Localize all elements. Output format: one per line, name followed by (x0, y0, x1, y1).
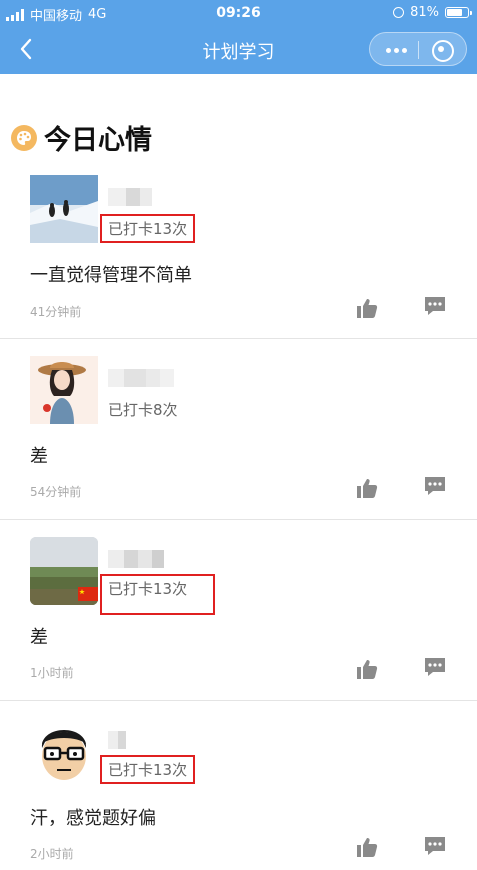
close-miniprogram-icon[interactable] (432, 40, 454, 62)
user-name-redacted (108, 550, 164, 568)
comment-icon[interactable] (424, 836, 446, 856)
post-content: 汗，感觉题好偏 (30, 808, 156, 829)
post-item: 已打卡13次 一直觉得管理不简单 41分钟前 (0, 160, 477, 339)
miniprogram-capsule (369, 32, 467, 66)
nav-bar: 计划学习 (0, 26, 477, 74)
status-bar: 中国移动 4G 09:26 81% (0, 0, 477, 26)
post-time: 54分钟前 (30, 485, 82, 499)
checkin-count: 已打卡13次 (100, 755, 196, 784)
user-name-redacted (108, 188, 168, 206)
post-content: 差 (30, 627, 48, 648)
section-header: 今日心情 (10, 118, 152, 157)
post-time: 2小时前 (30, 847, 74, 861)
post-time: 1小时前 (30, 666, 74, 680)
comment-icon[interactable] (424, 296, 446, 316)
post-time: 41分钟前 (30, 305, 82, 319)
like-icon[interactable] (356, 836, 378, 858)
more-icon[interactable] (382, 42, 410, 58)
user-name-redacted (108, 731, 126, 749)
orientation-lock-icon (393, 7, 405, 18)
post-item: 已打卡8次 差 54分钟前 (0, 338, 477, 520)
comment-icon[interactable] (424, 476, 446, 496)
battery-icon (445, 7, 472, 18)
battery-percent: 81% (410, 5, 439, 20)
like-icon[interactable] (356, 658, 378, 680)
checkin-count: 已打卡13次 (100, 574, 216, 615)
status-right: 81% (393, 5, 472, 20)
like-icon[interactable] (356, 297, 378, 319)
china-flag-icon (78, 587, 98, 601)
avatar[interactable] (30, 718, 98, 786)
user-name-redacted (108, 369, 174, 387)
avatar[interactable] (30, 356, 98, 424)
comment-icon[interactable] (424, 657, 446, 677)
avatar[interactable] (30, 175, 98, 243)
post-item: 已打卡13次 差 1小时前 (0, 519, 477, 701)
checkin-count: 已打卡13次 (100, 214, 196, 243)
capsule-divider (418, 41, 419, 59)
post-content: 差 (30, 446, 48, 467)
section-title: 今日心情 (44, 125, 152, 156)
palette-icon (11, 124, 37, 151)
post-item: 已打卡13次 汗，感觉题好偏 2小时前 (0, 700, 477, 870)
like-icon[interactable] (356, 477, 378, 499)
post-content: 一直觉得管理不简单 (30, 265, 192, 286)
checkin-count: 已打卡8次 (108, 401, 178, 419)
